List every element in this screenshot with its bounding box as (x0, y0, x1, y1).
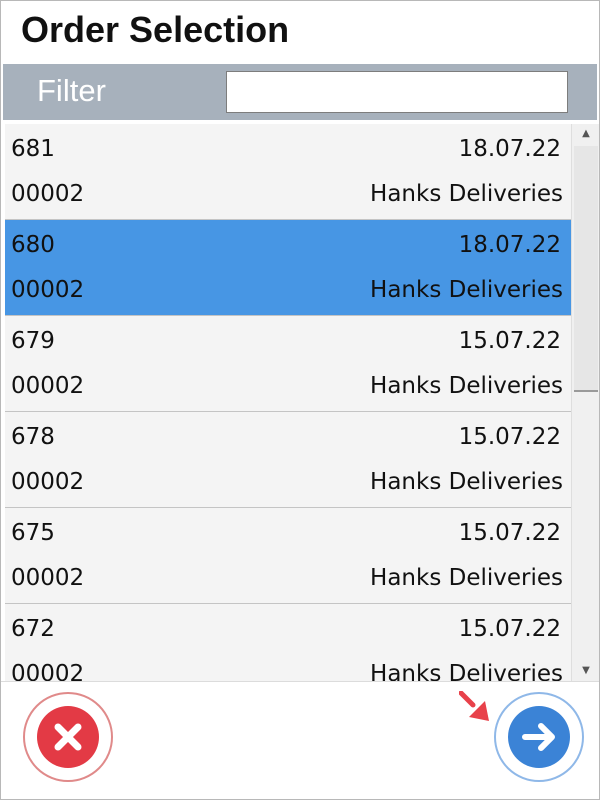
scroll-down-button[interactable]: ▼ (572, 661, 599, 681)
order-number: 680 (11, 232, 55, 258)
order-code: 00002 (11, 277, 85, 303)
pointer-arrow-icon (458, 690, 509, 741)
order-number: 681 (11, 136, 55, 162)
triangle-up-icon: ▲ (582, 128, 590, 139)
order-number: 675 (11, 520, 55, 546)
order-code: 00002 (11, 373, 85, 399)
order-date: 15.07.22 (458, 616, 561, 642)
order-code: 00002 (11, 661, 85, 681)
order-row[interactable]: 680 18.07.22 00002 Hanks Deliveries (5, 220, 571, 316)
order-date: 18.07.22 (458, 136, 561, 162)
order-row[interactable]: 679 15.07.22 00002 Hanks Deliveries (5, 316, 571, 412)
triangle-down-icon: ▼ (582, 665, 590, 676)
filter-input[interactable] (226, 71, 568, 113)
filter-label: Filter (37, 73, 106, 108)
order-number: 672 (11, 616, 55, 642)
order-selection-window: Order Selection Filter 681 18.07.22 0000… (0, 0, 600, 800)
order-code: 00002 (11, 469, 85, 495)
order-date: 15.07.22 (458, 328, 561, 354)
order-row[interactable]: 678 15.07.22 00002 Hanks Deliveries (5, 412, 571, 508)
arrow-right-icon (508, 706, 570, 768)
order-date: 18.07.22 (458, 232, 561, 258)
order-row[interactable]: 672 15.07.22 00002 Hanks Deliveries (5, 604, 571, 681)
order-row[interactable]: 681 18.07.22 00002 Hanks Deliveries (5, 124, 571, 220)
order-date: 15.07.22 (458, 520, 561, 546)
order-number: 678 (11, 424, 55, 450)
scroll-up-button[interactable]: ▲ (572, 124, 599, 144)
order-customer: Hanks Deliveries (370, 181, 563, 207)
filter-bar: Filter (3, 64, 597, 120)
close-icon (37, 706, 99, 768)
order-row[interactable]: 675 15.07.22 00002 Hanks Deliveries (5, 508, 571, 604)
order-customer: Hanks Deliveries (370, 277, 563, 303)
order-list: 681 18.07.22 00002 Hanks Deliveries 680 … (5, 124, 571, 681)
order-code: 00002 (11, 181, 85, 207)
order-customer: Hanks Deliveries (370, 469, 563, 495)
order-number: 679 (11, 328, 55, 354)
order-customer: Hanks Deliveries (370, 661, 563, 681)
order-code: 00002 (11, 565, 85, 591)
order-date: 15.07.22 (458, 424, 561, 450)
cancel-button[interactable] (23, 692, 113, 782)
order-customer: Hanks Deliveries (370, 373, 563, 399)
scroll-thumb[interactable] (574, 146, 598, 392)
list-scrollbar[interactable]: ▲ ▼ (571, 124, 599, 681)
page-title: Order Selection (21, 9, 290, 50)
order-customer: Hanks Deliveries (370, 565, 563, 591)
